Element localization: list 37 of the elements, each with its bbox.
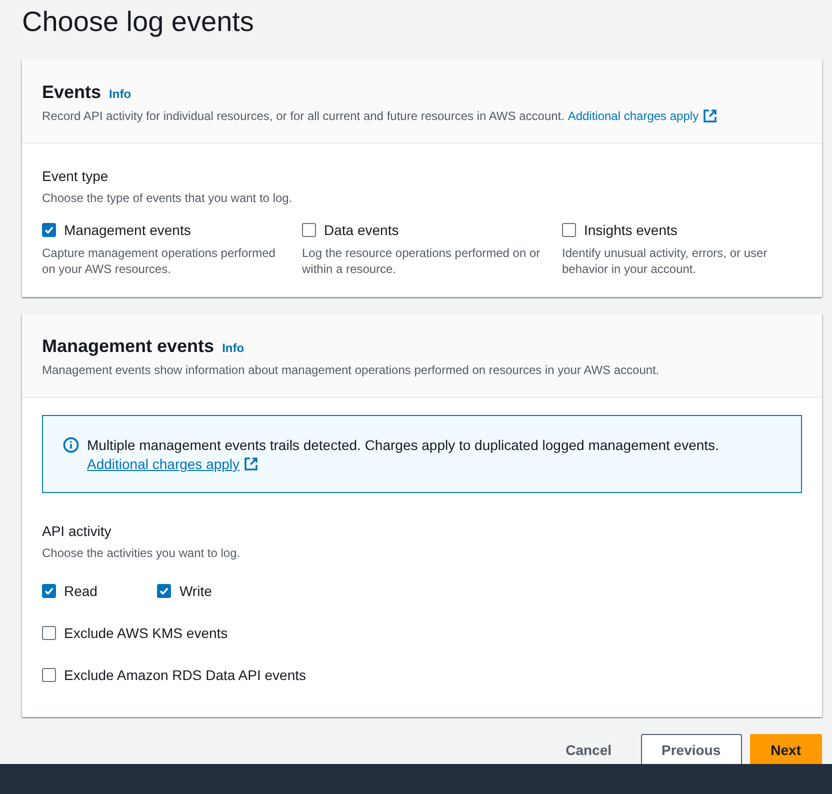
previous-button[interactable]: Previous xyxy=(640,734,742,766)
checkbox-option[interactable]: Read xyxy=(42,581,98,601)
checkbox-option[interactable]: Exclude AWS KMS events xyxy=(42,623,802,643)
checkbox-option[interactable]: Write xyxy=(157,581,212,601)
checkbox-option[interactable]: Data events xyxy=(302,220,542,240)
next-button[interactable]: Next xyxy=(750,734,822,766)
alert-message: Multiple management events trails detected. Charges apply to duplicated logged management events. xyxy=(87,436,719,455)
external-link-icon xyxy=(244,457,258,471)
cancel-button[interactable]: Cancel xyxy=(544,734,632,766)
panel-description: Management events show information about management operations performed on resources in your AWS account. xyxy=(42,362,660,378)
checkbox[interactable] xyxy=(42,223,56,237)
info-link[interactable]: Info xyxy=(222,341,244,355)
field-description: Choose the activities you want to log. xyxy=(42,545,242,561)
checkbox-option[interactable]: Insights events xyxy=(562,220,802,240)
external-link-icon xyxy=(702,109,717,123)
option-description: Capture management operations performed on your AWS resources. xyxy=(42,245,276,277)
charges-link[interactable]: Additional charges apply xyxy=(568,108,717,124)
charges-link[interactable]: Additional charges apply xyxy=(87,456,258,472)
checkbox[interactable] xyxy=(302,223,316,237)
panel-title: Events xyxy=(42,81,102,104)
checkbox-option[interactable]: Exclude Amazon RDS Data API events xyxy=(42,665,802,685)
info-link[interactable]: Info xyxy=(109,87,132,101)
checkbox[interactable] xyxy=(157,584,172,598)
panel-description: Record API activity for individual resources, or for all current and future resources in AWS account. Additional charges apply xyxy=(42,108,802,124)
checkbox-option[interactable]: Management events xyxy=(42,220,282,240)
checkbox[interactable] xyxy=(42,668,56,682)
page-title: Choose log events xyxy=(22,5,255,39)
checkbox[interactable] xyxy=(42,626,56,640)
field-description: Choose the type of events that you want to log. xyxy=(42,190,294,206)
option-description: Identify unusual activity, errors, or user behavior in your account. xyxy=(562,245,768,277)
field-label: Event type xyxy=(42,167,110,186)
field-label: API activity xyxy=(42,522,112,541)
checkbox[interactable] xyxy=(562,223,576,237)
panel-title: Management events xyxy=(42,335,214,358)
option-description: Log the resource operations performed on or within a resource. xyxy=(302,245,542,277)
checkbox[interactable] xyxy=(42,584,56,598)
info-icon xyxy=(63,437,79,453)
